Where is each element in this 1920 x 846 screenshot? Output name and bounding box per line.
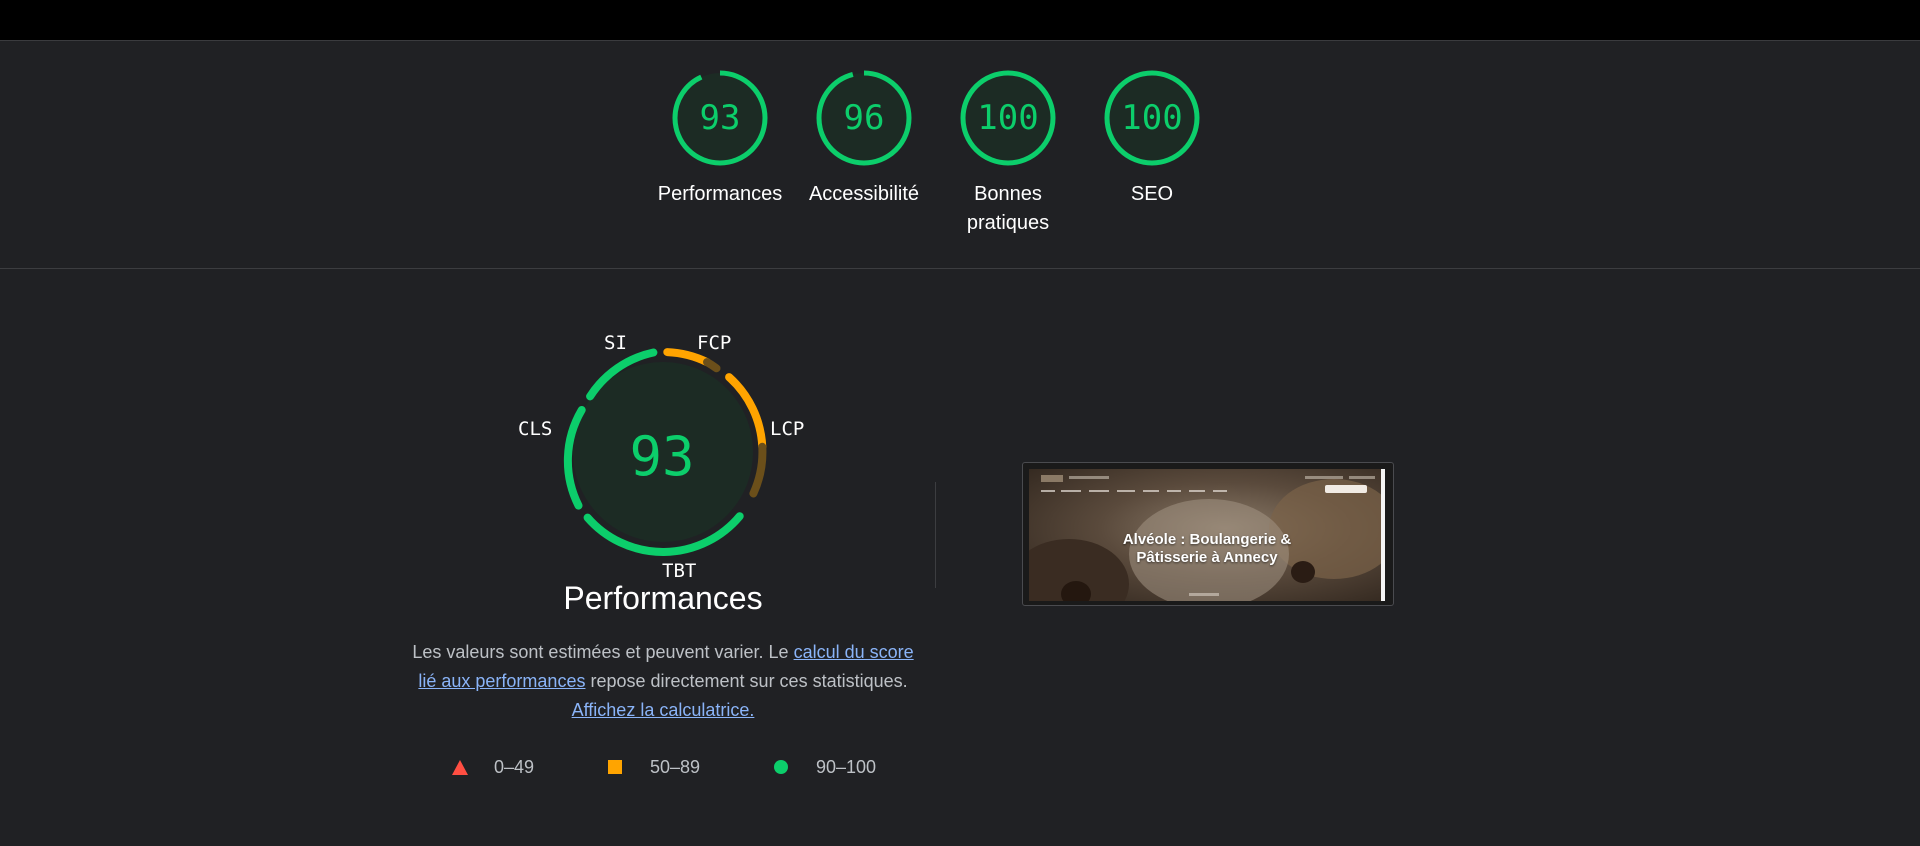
preview-line: [1189, 490, 1205, 492]
metric-label-si: SI: [604, 332, 627, 354]
performance-description: Les valeurs sont estimées et peuvent var…: [408, 638, 918, 725]
performance-title: Performances: [563, 580, 763, 616]
gauge-accessibility[interactable]: 96 Accessibilité: [792, 70, 936, 209]
preview-line: [1213, 490, 1227, 492]
calculator-link[interactable]: Affichez la calculatrice.: [572, 700, 755, 720]
gauge-ring: 100: [1104, 70, 1200, 166]
preview-line: [1069, 476, 1109, 479]
score-legend: 0–49 50–89 90–100: [448, 754, 908, 780]
metric-arc-lcp-rest: [749, 442, 767, 498]
metric-label-lcp: LCP: [770, 418, 805, 440]
gauge-ring: 96: [816, 70, 912, 166]
preview-line: [1349, 476, 1375, 479]
final-screenshot[interactable]: Alvéole : Boulangerie & Pâtisserie à Ann…: [1022, 462, 1394, 606]
gauge-label: SEO: [1130, 183, 1174, 205]
metric-label-cls: CLS: [518, 418, 553, 440]
preview-shape: [1061, 581, 1091, 601]
description-text: Les valeurs sont estimées et peuvent var…: [412, 642, 794, 662]
score-summary: 93 Performances 96 Accessibilité 100 Bon…: [0, 41, 1920, 269]
preview-scrollbar: [1381, 469, 1385, 601]
legend-range: 0–49: [494, 757, 535, 777]
vertical-divider: [935, 482, 936, 588]
legend-range: 50–89: [650, 757, 701, 777]
gauge-ring: 100: [960, 70, 1056, 166]
gauge-ring: 93: [672, 70, 768, 166]
preview-headline: Alvéole : Boulangerie & Pâtisserie à Ann…: [1122, 531, 1292, 566]
preview-line: [1061, 490, 1081, 492]
gauge-score: 100: [977, 98, 1039, 138]
preview-button: [1325, 485, 1367, 493]
preview-nav: [1037, 473, 1377, 495]
gauge-seo[interactable]: 100 SEO: [1080, 70, 1224, 209]
preview-line: [1167, 490, 1181, 492]
preview-pagination: [1189, 593, 1219, 596]
preview-logo: [1041, 475, 1063, 482]
preview-line: [1041, 490, 1055, 492]
legend-range: 90–100: [816, 757, 877, 777]
gauge-label: Accessibilité: [808, 183, 920, 205]
metric-label-fcp: FCP: [697, 332, 732, 354]
preview-line: [1117, 490, 1135, 492]
gauge-performance[interactable]: 93 Performances: [648, 70, 792, 209]
circle-icon: [774, 760, 788, 774]
triangle-icon: [452, 760, 468, 775]
metric-label-tbt: TBT: [662, 560, 697, 582]
gauge-score: 93: [699, 98, 741, 138]
preview-line: [1089, 490, 1109, 492]
preview-line: [1305, 476, 1343, 479]
square-icon: [608, 760, 622, 774]
top-bar: [0, 0, 1920, 41]
metric-arc-fcp-rest: [703, 358, 721, 373]
gauge-score: 96: [843, 98, 885, 138]
performance-score: 93: [629, 425, 695, 488]
performance-gauge: 93 SI FCP LCP TBT CLS: [508, 320, 818, 610]
gauge-label: Performances: [657, 183, 783, 205]
preview-line: [1143, 490, 1159, 492]
description-text: repose directement sur ces statistiques.: [585, 671, 908, 691]
page-preview: Alvéole : Boulangerie & Pâtisserie à Ann…: [1029, 469, 1385, 601]
gauge-label: Bonnes pratiques: [966, 183, 1050, 234]
gauge-best-practices[interactable]: 100 Bonnes pratiques: [936, 70, 1080, 238]
gauge-score: 100: [1121, 98, 1183, 138]
